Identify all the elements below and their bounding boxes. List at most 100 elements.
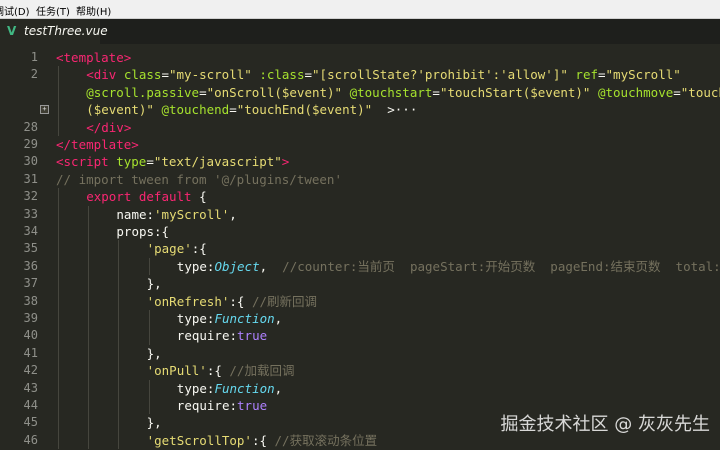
indent-guide xyxy=(58,118,59,136)
menu-item-debug[interactable]: 调试(D) xyxy=(0,3,30,18)
code-token: </template> xyxy=(56,137,139,152)
code-token: "touchEnd($event)" xyxy=(236,102,373,118)
code-text: ($event)" @touchend="touchEnd($event)" >… xyxy=(86,101,417,118)
code-line: 30 <script type="text/javascript"> xyxy=(0,153,720,170)
code-token: //刷新回调 xyxy=(251,293,318,309)
indent-guide xyxy=(88,327,90,345)
indent-guide xyxy=(148,327,150,345)
code-text: 'getScrollTop':{ //获取滚动条位置 xyxy=(147,432,378,449)
code-token: true xyxy=(237,328,268,344)
line-number: 1 xyxy=(30,50,38,64)
code-token: = xyxy=(161,67,169,83)
indent-guide xyxy=(58,188,59,206)
code-line: 40 require:true xyxy=(0,327,720,345)
indent-guide xyxy=(88,310,90,328)
code-token: @touchmove xyxy=(597,84,674,100)
code-token: //加载回调 xyxy=(229,363,295,379)
code-token: >··· xyxy=(372,102,418,118)
line-number: 45 xyxy=(23,415,38,430)
code-line: 39 type:Function, xyxy=(0,310,720,328)
line-number: 29 xyxy=(23,137,38,151)
code-line: 34 props:{ xyxy=(0,223,720,241)
code-token: = xyxy=(229,102,237,118)
code-text: type:Object, //counter:当前页 pageStart:开始页… xyxy=(177,258,720,275)
code-text: }, xyxy=(147,345,162,362)
fold-expand-icon[interactable]: + xyxy=(40,105,49,115)
line-number: 44 xyxy=(23,398,38,412)
code-line: 42 'onPull':{ //加载回调 xyxy=(0,362,720,380)
indent-guide xyxy=(58,379,59,397)
code-token: = xyxy=(199,84,207,100)
line-number: 41 xyxy=(23,345,38,360)
tab-bar: V testThree.vue xyxy=(0,19,720,44)
code-line: 36 type:Object, //counter:当前页 pageStart:开… xyxy=(0,257,720,276)
code-text: </div> xyxy=(86,119,131,136)
code-text: require:true xyxy=(177,397,267,414)
code-token: <div xyxy=(86,67,124,83)
code-token: //获取滚动条位置 xyxy=(274,432,378,448)
indent-guide xyxy=(88,257,90,276)
code-token: "myScroll" xyxy=(605,67,681,83)
code-token: require: xyxy=(176,398,238,413)
code-token: :{ xyxy=(206,363,230,379)
line-number: 42 xyxy=(23,363,38,378)
menu-item-task[interactable]: 任务(T) xyxy=(36,3,70,18)
code-line: 1 <template> xyxy=(0,49,720,66)
code-token: type: xyxy=(176,258,215,274)
code-editor[interactable]: 1 <template> 2 <div class="my-scroll" :clas… xyxy=(0,44,720,450)
tab-testthree-vue[interactable]: V testThree.vue xyxy=(0,19,108,44)
line-number: 34 xyxy=(23,224,38,238)
indent-guide xyxy=(88,379,90,397)
indent-guide xyxy=(148,397,150,415)
code-text: @scroll.passive="onScroll($event)" @touc… xyxy=(86,84,720,101)
indent-guide xyxy=(88,205,90,223)
line-number: 28 xyxy=(23,119,38,134)
line-number: 32 xyxy=(23,189,38,204)
line-number: 46 xyxy=(23,432,38,447)
indent-guide xyxy=(118,257,120,276)
code-text: </template> xyxy=(56,136,139,153)
indent-guide xyxy=(58,362,59,380)
indent-guide xyxy=(58,310,59,328)
indent-guide xyxy=(58,240,59,258)
code-text: }, xyxy=(147,414,162,431)
indent-guide xyxy=(88,362,90,380)
code-token: = xyxy=(598,67,606,83)
code-token: = xyxy=(432,84,440,100)
code-token: type xyxy=(116,154,147,170)
tab-filename: testThree.vue xyxy=(24,24,108,38)
code-line: 28 </div> xyxy=(0,118,720,136)
code-line: 29 </template> xyxy=(0,136,720,153)
code-token: = xyxy=(673,84,681,100)
indent-guide xyxy=(88,275,90,293)
code-token: type: xyxy=(176,311,215,326)
code-line: + ($event)" @touchend="touchEnd($event)" … xyxy=(0,101,720,119)
code-token: }, xyxy=(146,415,162,431)
code-token: = xyxy=(304,67,313,83)
code-token: //counter:当前页 pageStart:开始页数 pageEnd:结束页… xyxy=(282,258,720,274)
code-text: <script type="text/javascript"> xyxy=(56,153,289,170)
indent-guide xyxy=(58,275,59,293)
line-number: 31 xyxy=(23,171,38,186)
code-token: > xyxy=(281,154,290,170)
code-token: { xyxy=(191,189,207,205)
indent-guide xyxy=(88,431,90,450)
code-token: = xyxy=(146,154,154,170)
code-token: require: xyxy=(176,328,238,344)
indent-guide xyxy=(58,292,59,310)
watermark: 掘金技术社区 @ 灰灰先生 xyxy=(500,414,710,435)
code-text: 'onPull':{ //加载回调 xyxy=(147,362,295,379)
indent-guide xyxy=(118,310,120,328)
indent-guide xyxy=(58,344,59,363)
line-number: 2 xyxy=(30,67,38,82)
code-token: @scroll.passive xyxy=(86,84,200,100)
indent-guide xyxy=(148,310,150,328)
code-token: type: xyxy=(176,380,215,396)
vue-logo-icon: V xyxy=(7,24,17,38)
menu-item-help[interactable]: 帮助(H) xyxy=(76,3,111,18)
indent-guide xyxy=(118,344,120,363)
indent-guide xyxy=(88,344,90,363)
